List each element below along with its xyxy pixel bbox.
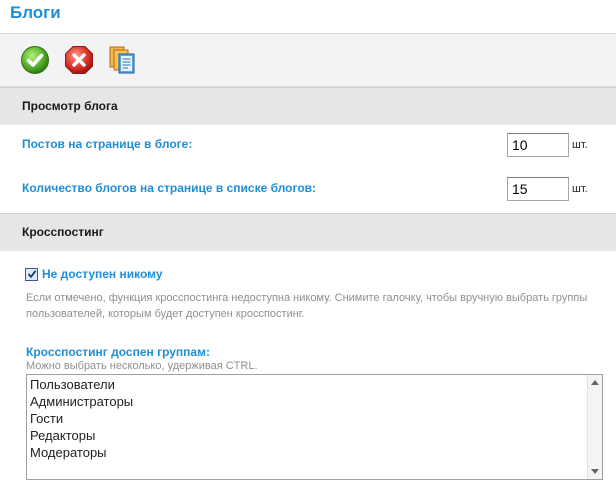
posts-per-page-row: Постов на странице в блоге: шт. [0,125,616,169]
section-header-crossposting: Кросспостинг [0,213,616,251]
title-bar: Блоги [0,0,616,34]
section-header-blog-view: Просмотр блога [0,87,616,125]
blogs-per-page-row: Количество блогов на странице в списке б… [0,169,616,213]
toolbar [0,34,616,87]
scroll-up-arrow-icon[interactable] [591,380,599,385]
check-icon [21,46,49,74]
groups-list: Пользователи Администраторы Гости Редакт… [27,375,602,461]
posts-per-page-label: Постов на странице в блоге: [22,137,193,151]
group-option[interactable]: Модераторы [30,444,602,461]
blogs-per-page-input[interactable] [507,177,569,201]
disable-crossposting-row: Не доступен никому [25,267,594,281]
scroll-down-arrow-icon[interactable] [591,469,599,474]
group-option[interactable]: Пользователи [30,376,602,393]
crossposting-body: Не доступен никому Если отмечено, функци… [0,251,616,372]
page-title: Блоги [10,3,61,22]
groups-hint: Можно выбрать несколько, удерживая CTRL. [26,360,258,372]
groups-label: Кросспостинг доспен группам: [26,345,210,359]
cancel-button[interactable] [64,45,94,75]
blogs-per-page-label: Количество блогов на странице в списке б… [22,181,317,195]
posts-per-page-unit: шт. [572,139,588,151]
cancel-icon [65,46,93,74]
listbox-scrollbar[interactable] [587,375,602,479]
copy-button[interactable] [108,45,138,75]
blog-settings-page: Блоги Просмотр блога Постов на странице … [0,0,616,481]
crossposting-hint: Если отмечено, функция кросспостинга нед… [26,292,588,320]
group-option[interactable]: Гости [30,410,602,427]
copy-icon [109,46,135,74]
save-button[interactable] [20,45,50,75]
posts-per-page-input[interactable] [507,133,569,157]
groups-listbox[interactable]: Пользователи Администраторы Гости Редакт… [26,374,603,480]
blogs-per-page-unit: шт. [572,183,588,195]
disable-crossposting-checkbox[interactable] [25,267,38,281]
checkmark-icon [27,270,36,279]
group-option[interactable]: Редакторы [30,427,602,444]
disable-crossposting-label[interactable]: Не доступен никому [42,267,163,281]
group-option[interactable]: Администраторы [30,393,602,410]
